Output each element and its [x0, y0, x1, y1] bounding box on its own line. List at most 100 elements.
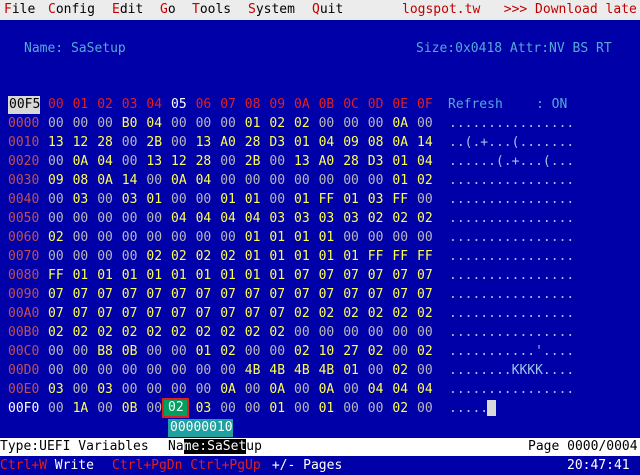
hex-byte[interactable]: 01 [245, 191, 264, 209]
hex-byte[interactable]: 02 [368, 343, 387, 361]
hex-byte[interactable]: 07 [368, 286, 387, 304]
hex-byte[interactable]: 00 [122, 210, 141, 228]
hex-byte[interactable]: 04 [196, 210, 215, 228]
hex-byte[interactable]: 00 [171, 229, 190, 247]
hex-byte[interactable]: 02 [417, 172, 436, 190]
hex-byte[interactable]: 01 [220, 191, 239, 209]
hex-byte[interactable]: 00 [196, 191, 215, 209]
hex-byte[interactable]: 00 [392, 229, 411, 247]
hex-byte[interactable]: 07 [319, 267, 338, 285]
hex-byte[interactable]: FF [392, 191, 411, 209]
hex-byte[interactable]: 03 [343, 210, 362, 228]
menu-edit[interactable]: Edit [112, 1, 143, 19]
hex-byte[interactable]: 01 [294, 248, 313, 266]
hex-byte[interactable]: 00 [220, 400, 239, 418]
hex-byte[interactable]: 1A [73, 400, 92, 418]
hex-byte[interactable]: 01 [245, 248, 264, 266]
hex-byte[interactable]: 00 [48, 191, 67, 209]
hex-byte[interactable]: 00 [269, 343, 288, 361]
hex-byte[interactable]: 07 [392, 286, 411, 304]
hex-byte[interactable]: 02 [48, 324, 67, 342]
hex-byte[interactable]: 00 [196, 115, 215, 133]
hex-byte[interactable]: 00 [343, 324, 362, 342]
hex-byte[interactable]: 00 [294, 381, 313, 399]
hex-byte[interactable]: 02 [392, 210, 411, 228]
menu-go[interactable]: Go [160, 1, 176, 19]
hex-byte[interactable]: 2B [245, 153, 264, 171]
hex-byte[interactable]: 00 [122, 134, 141, 152]
hex-byte[interactable]: 03 [269, 210, 288, 228]
hex-byte[interactable]: 01 [73, 267, 92, 285]
hex-byte[interactable]: D3 [368, 153, 387, 171]
hex-byte[interactable]: 13 [294, 153, 313, 171]
selected-byte[interactable]: 02 [162, 398, 189, 418]
hex-byte[interactable]: 00 [220, 115, 239, 133]
hex-byte[interactable]: 03 [368, 191, 387, 209]
hex-byte[interactable]: 03 [48, 381, 67, 399]
hex-byte[interactable]: 00 [48, 343, 67, 361]
hex-byte[interactable]: 00 [343, 381, 362, 399]
hex-byte[interactable]: 01 [319, 229, 338, 247]
hex-byte[interactable]: 07 [122, 305, 141, 323]
hex-byte[interactable]: 00 [319, 172, 338, 190]
hex-byte[interactable]: 0A [171, 172, 190, 190]
hex-byte[interactable]: 00 [269, 191, 288, 209]
hex-byte[interactable]: 02 [171, 248, 190, 266]
hex-byte[interactable]: 00 [220, 172, 239, 190]
hex-byte[interactable]: 01 [269, 229, 288, 247]
hex-byte[interactable]: 04 [319, 134, 338, 152]
hex-byte[interactable]: 01 [196, 343, 215, 361]
hex-byte[interactable]: 02 [220, 343, 239, 361]
hex-byte[interactable]: 01 [319, 248, 338, 266]
hex-byte[interactable]: 00 [73, 229, 92, 247]
hex-byte[interactable]: 00 [171, 115, 190, 133]
hex-byte[interactable]: 01 [294, 229, 313, 247]
hex-byte[interactable]: 02 [269, 115, 288, 133]
hex-byte[interactable]: 07 [368, 267, 387, 285]
hex-byte[interactable]: 13 [48, 134, 67, 152]
hex-byte[interactable]: 00 [294, 172, 313, 190]
menu-quit[interactable]: Quit [312, 1, 343, 19]
hex-byte[interactable]: 01 [392, 153, 411, 171]
hex-byte[interactable]: 01 [146, 191, 165, 209]
hex-byte[interactable]: 00 [245, 381, 264, 399]
hex-byte[interactable]: 0A [73, 153, 92, 171]
hex-byte[interactable]: 0A [319, 381, 338, 399]
hex-byte[interactable]: 00 [245, 172, 264, 190]
hex-byte[interactable]: 01 [319, 400, 338, 418]
hex-byte[interactable]: 13 [196, 134, 215, 152]
hex-byte[interactable]: 00 [48, 210, 67, 228]
hex-byte[interactable]: 03 [196, 400, 215, 418]
hex-byte[interactable]: 03 [122, 191, 141, 209]
hex-byte[interactable]: 02 [417, 305, 436, 323]
hex-byte[interactable]: 00 [171, 362, 190, 380]
hex-byte[interactable]: 00 [73, 381, 92, 399]
hex-byte[interactable]: 00 [319, 324, 338, 342]
hex-byte[interactable]: 03 [319, 210, 338, 228]
hex-byte[interactable]: 07 [245, 305, 264, 323]
hex-byte[interactable]: 01 [269, 248, 288, 266]
hex-byte[interactable]: 02 [73, 324, 92, 342]
hex-byte[interactable]: 04 [171, 210, 190, 228]
hex-byte[interactable]: B8 [97, 343, 116, 361]
hex-byte[interactable]: 07 [343, 286, 362, 304]
hex-byte[interactable]: 04 [417, 153, 436, 171]
hex-byte[interactable]: 00 [171, 134, 190, 152]
hex-byte[interactable]: 00 [146, 229, 165, 247]
hex-byte[interactable]: 01 [97, 267, 116, 285]
key-write[interactable]: Ctrl+W Write [0, 457, 94, 475]
hex-byte[interactable]: 04 [245, 210, 264, 228]
hex-byte[interactable]: 00 [343, 400, 362, 418]
hex-byte[interactable]: D3 [269, 134, 288, 152]
hex-byte[interactable]: B0 [122, 115, 141, 133]
menu-tools[interactable]: Tools [192, 1, 231, 19]
hex-byte[interactable]: 01 [269, 267, 288, 285]
hex-byte[interactable]: 03 [73, 191, 92, 209]
hex-byte[interactable]: 00 [48, 248, 67, 266]
hex-byte[interactable]: 02 [392, 305, 411, 323]
hex-byte[interactable]: 00 [146, 362, 165, 380]
hex-byte[interactable]: FF [392, 248, 411, 266]
hex-byte[interactable]: 07 [196, 286, 215, 304]
hex-byte[interactable]: 02 [171, 324, 190, 342]
hex-byte[interactable]: 09 [343, 134, 362, 152]
